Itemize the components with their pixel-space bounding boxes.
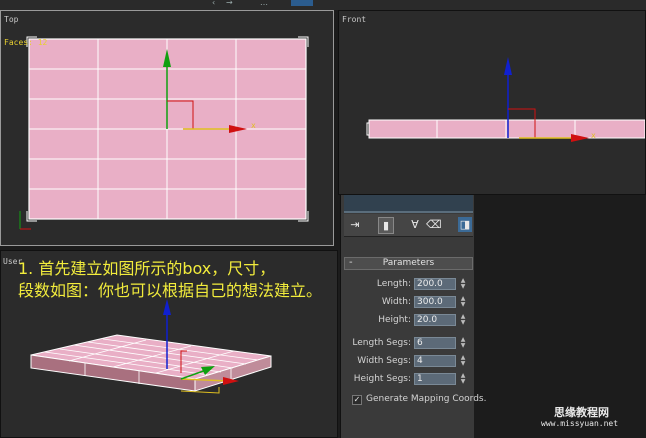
- main-toolbar-strip: ‹ → …: [0, 0, 646, 10]
- length-segs-spinner[interactable]: ▲ ▼: [459, 337, 467, 349]
- annotation-line-1: 1. 首先建立如图所示的box，尺寸，: [18, 259, 276, 278]
- active-toolbar-button[interactable]: [291, 0, 313, 6]
- configure-modifier-sets-icon[interactable]: ◨: [458, 217, 472, 232]
- viewport-user[interactable]: User: [0, 250, 338, 438]
- height-segs-label: Height Segs:: [353, 374, 411, 384]
- length-field[interactable]: 200.0: [414, 278, 456, 290]
- width-spinner[interactable]: ▲ ▼: [459, 296, 467, 308]
- panel-tab-toolbar: ⇥ ▮ ∀ ⌫ ◨: [344, 214, 473, 237]
- length-spinner[interactable]: ▲ ▼: [459, 278, 467, 290]
- front-view-scene: [366, 57, 645, 142]
- face-count-stats: Faces: 12: [4, 38, 48, 47]
- height-field[interactable]: 20.0: [414, 314, 456, 326]
- generate-mapping-label: Generate Mapping Coords.: [366, 394, 487, 404]
- height-label: Height:: [378, 315, 411, 325]
- toolbar-fragment[interactable]: →: [226, 0, 233, 7]
- width-field[interactable]: 300.0: [414, 296, 456, 308]
- top-view-scene: [19, 36, 309, 230]
- active-shown-end-result-icon[interactable]: ▮: [378, 217, 394, 234]
- toolbar-fragment[interactable]: …: [260, 0, 268, 7]
- rollout-title: Parameters: [382, 258, 435, 268]
- length-segs-label: Length Segs:: [352, 338, 411, 348]
- height-spinner[interactable]: ▲ ▼: [459, 314, 467, 326]
- parameters-rollout-header[interactable]: - Parameters: [344, 257, 473, 270]
- width-segs-field[interactable]: 4: [414, 355, 456, 367]
- width-label: Width:: [381, 297, 411, 307]
- generate-mapping-checkbox[interactable]: ✓: [352, 395, 362, 405]
- viewport-front[interactable]: Front x: [338, 10, 646, 195]
- watermark-url: www.missyuan.net: [541, 419, 619, 428]
- make-unique-icon[interactable]: ∀: [408, 217, 422, 232]
- viewport-top[interactable]: Top Faces: 12 x: [0, 10, 334, 246]
- width-segs-label: Width Segs:: [357, 356, 411, 366]
- annotation-line-2: 段数如图：你也可以根据自己的想法建立。: [18, 281, 323, 300]
- gizmo-z-arrow: [163, 299, 171, 315]
- length-label: Length:: [376, 279, 411, 289]
- toolbar-fragment[interactable]: ‹: [212, 0, 215, 7]
- panel-header-band: [344, 195, 473, 213]
- gizmo-z-arrow: [504, 57, 512, 75]
- pin-stack-icon[interactable]: ⇥: [348, 217, 362, 232]
- watermark-cn: 思缘教程网: [554, 406, 609, 419]
- axis-x-label: x: [591, 131, 596, 140]
- length-segs-field[interactable]: 6: [414, 337, 456, 349]
- height-segs-spinner[interactable]: ▲ ▼: [459, 373, 467, 385]
- height-segs-field[interactable]: 1: [414, 373, 456, 385]
- remove-modifier-icon[interactable]: ⌫: [426, 217, 442, 232]
- perspective-view-scene: [30, 299, 272, 394]
- box-front-face: [368, 119, 645, 139]
- axis-x-label: x: [251, 121, 256, 130]
- width-segs-spinner[interactable]: ▲ ▼: [459, 355, 467, 367]
